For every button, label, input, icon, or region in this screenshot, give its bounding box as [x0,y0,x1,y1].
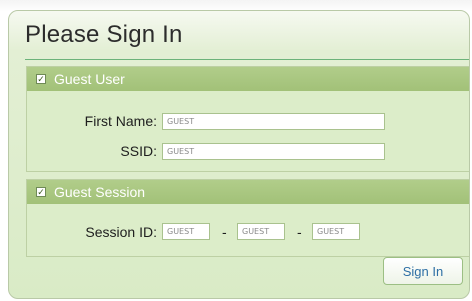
session-id-label: Session ID: [85,224,157,240]
ssid-field[interactable] [162,143,385,160]
sign-in-button[interactable]: Sign In [383,257,463,285]
title-divider [25,59,469,60]
session-id-separator: - [222,224,227,240]
guest-user-checkbox[interactable]: ✓ [36,74,46,84]
session-id-part-2[interactable] [237,223,285,240]
first-name-label: First Name: [84,113,157,129]
guest-session-header-label: Guest Session [54,184,146,200]
guest-user-header: ✓ Guest User [27,67,469,91]
guest-user-section: ✓ Guest User First Name: SSID: [26,66,469,172]
ssid-label: SSID: [120,143,157,159]
session-id-separator: - [297,224,302,240]
page-title: Please Sign In [25,21,183,48]
guest-session-section: ✓ Guest Session Session ID: - - [26,179,469,257]
guest-session-header: ✓ Guest Session [27,180,469,204]
first-name-field[interactable] [162,113,385,130]
session-id-part-3[interactable] [312,223,360,240]
guest-session-checkbox[interactable]: ✓ [36,187,46,197]
guest-user-header-label: Guest User [54,71,125,87]
sign-in-panel: Please Sign In ✓ Guest User First Name: … [8,10,470,299]
session-id-part-1[interactable] [162,223,210,240]
